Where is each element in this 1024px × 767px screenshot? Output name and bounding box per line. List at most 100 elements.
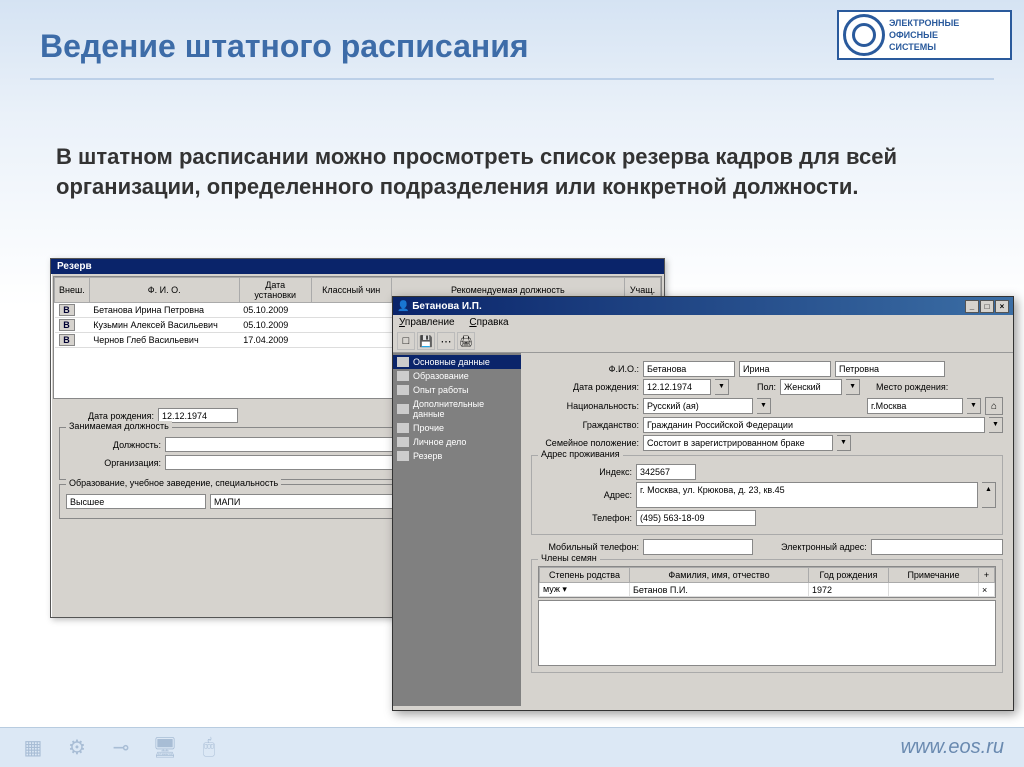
close-button[interactable]: × — [995, 300, 1009, 313]
cell-rel: муж — [543, 584, 560, 594]
nav-experience[interactable]: Опыт работы — [393, 383, 521, 397]
delete-row-icon[interactable]: × — [979, 583, 995, 597]
nav-main-data[interactable]: Основные данные — [393, 355, 521, 369]
detail-window: 👤 Бетанова И.П. _ □ × УУправлениеправлен… — [392, 296, 1014, 711]
marital-field[interactable]: Состоит в зарегистрированном браке — [643, 435, 833, 451]
logo: ЭЛЕКТРОННЫЕ ОФИСНЫЕ СИСТЕМЫ — [837, 10, 1012, 60]
menu-help[interactable]: Справка — [469, 317, 508, 328]
ext-button[interactable]: В — [59, 319, 75, 331]
table-row[interactable]: муж ▾ Бетанов П.И. 1972 × — [540, 583, 995, 597]
dob-field[interactable]: 12.12.1974 — [643, 379, 711, 395]
new-button[interactable]: □ — [397, 332, 415, 350]
maximize-button[interactable]: □ — [980, 300, 994, 313]
edu-degree-field[interactable]: Высшее — [66, 494, 206, 509]
nat-label: Национальность: — [531, 401, 639, 411]
cell-year: 1972 — [809, 583, 889, 597]
email-field[interactable] — [871, 539, 1003, 555]
footer-icon-1: ▦ — [20, 735, 46, 761]
index-label: Индекс: — [538, 467, 632, 477]
col-date[interactable]: Дата установки — [239, 278, 311, 303]
sex-field[interactable]: Женский — [780, 379, 842, 395]
phone-field[interactable]: (495) 563-18-09 — [636, 510, 756, 526]
address-group-label: Адрес проживания — [538, 449, 623, 459]
mobile-label: Мобильный телефон: — [531, 542, 639, 552]
slide-footer: ▦ ⚙ ⊸ 🖥 🖱 www.eos.ru — [0, 727, 1024, 767]
scroll-icon[interactable]: ▲ — [982, 482, 996, 508]
print-button[interactable]: 🖨 — [457, 332, 475, 350]
chevron-down-icon[interactable]: ▼ — [989, 417, 1003, 433]
folder-icon — [397, 357, 409, 367]
dob-label: Дата рождения: — [59, 411, 154, 421]
index-field[interactable]: 342567 — [636, 464, 696, 480]
firstname-field[interactable]: Ирина — [739, 361, 831, 377]
toolbar: □ 💾 ⋯ 🖨 — [393, 330, 1013, 353]
detail-titlebar[interactable]: 👤 Бетанова И.П. _ □ × — [393, 297, 1013, 315]
cit-field[interactable]: Гражданин Российской Федерации — [643, 417, 985, 433]
chevron-down-icon[interactable]: ▼ — [967, 398, 981, 414]
fio-label: Ф.И.О.: — [531, 364, 639, 374]
middlename-field[interactable]: Петровна — [835, 361, 945, 377]
folder-icon — [397, 451, 409, 461]
browse-button[interactable]: ⋯ — [437, 332, 455, 350]
position-label: Должность: — [66, 440, 161, 450]
addr-field[interactable]: г. Москва, ул. Крюкова, д. 23, кв.45 — [636, 482, 978, 508]
edu-group-label: Образование, учебное заведение, специаль… — [66, 478, 281, 488]
addr-label: Адрес: — [538, 490, 632, 500]
minimize-button[interactable]: _ — [965, 300, 979, 313]
cell-fio: Кузьмин Алексей Васильевич — [89, 318, 239, 333]
phone-label: Телефон: — [538, 513, 632, 523]
col-fam-fio[interactable]: Фамилия, имя, отчество — [630, 568, 809, 583]
chevron-down-icon[interactable]: ▼ — [837, 435, 851, 451]
home-icon[interactable]: ⌂ — [985, 397, 1003, 415]
ext-button[interactable]: В — [59, 304, 75, 316]
nav-education[interactable]: Образование — [393, 369, 521, 383]
nav-other[interactable]: Прочие — [393, 421, 521, 435]
save-button[interactable]: 💾 — [417, 332, 435, 350]
app-icon: 👤 — [397, 301, 409, 312]
nav-personal-file[interactable]: Личное дело — [393, 435, 521, 449]
reserve-titlebar: Резерв — [51, 259, 664, 274]
side-nav: Основные данные Образование Опыт работы … — [393, 353, 521, 706]
add-row-icon[interactable]: + — [979, 568, 995, 583]
family-table[interactable]: Степень родства Фамилия, имя, отчество Г… — [538, 566, 996, 598]
col-rank[interactable]: Классный чин — [311, 278, 391, 303]
footer-icon-5: 🖱 — [196, 735, 222, 761]
logo-line2: ОФИСНЫЕ — [889, 29, 959, 41]
ext-button[interactable]: В — [59, 334, 75, 346]
slide-body: В штатном расписании можно просмотреть с… — [56, 142, 968, 201]
chevron-down-icon[interactable]: ▼ — [846, 379, 860, 395]
mobile-field[interactable] — [643, 539, 753, 555]
marital-label: Семейное положение: — [531, 438, 639, 448]
nav-additional[interactable]: Дополнительные данные — [393, 397, 521, 421]
footer-icon-2: ⚙ — [64, 735, 90, 761]
nav-reserve[interactable]: Резерв — [393, 449, 521, 463]
email-label: Электронный адрес: — [781, 542, 867, 552]
logo-line1: ЭЛЕКТРОННЫЕ — [889, 17, 959, 29]
folder-icon — [397, 371, 409, 381]
chevron-down-icon[interactable]: ▼ — [757, 398, 771, 414]
detail-title: Бетанова И.П. — [412, 301, 482, 312]
sex-label: Пол: — [757, 382, 776, 392]
birthplace-field[interactable]: г.Москва — [867, 398, 963, 414]
nat-field[interactable]: Русский (ая) — [643, 398, 753, 414]
cell-date: 05.10.2009 — [239, 303, 311, 318]
col-fio[interactable]: Ф. И. О. — [89, 278, 239, 303]
slide-title: Ведение штатного расписания — [40, 28, 529, 65]
col-year[interactable]: Год рождения — [809, 568, 889, 583]
footer-icon-3: ⊸ — [108, 735, 134, 761]
cell-date: 17.04.2009 — [239, 333, 311, 348]
dob-label: Дата рождения: — [531, 382, 639, 392]
org-label: Организация: — [66, 458, 161, 468]
logo-icon — [843, 14, 885, 56]
lastname-field[interactable]: Бетанова — [643, 361, 735, 377]
col-note[interactable]: Примечание — [889, 568, 979, 583]
cell-fam-fio: Бетанов П.И. — [630, 583, 809, 597]
menu-manage[interactable]: УУправлениеправление — [399, 317, 455, 328]
cit-label: Гражданство: — [531, 420, 639, 430]
cell-fio: Бетанова Ирина Петровна — [89, 303, 239, 318]
chevron-down-icon[interactable]: ▼ — [715, 379, 729, 395]
col-ext[interactable]: Внеш. — [55, 278, 90, 303]
cell-date: 05.10.2009 — [239, 318, 311, 333]
family-group-label: Члены семян — [538, 553, 600, 563]
col-relation[interactable]: Степень родства — [540, 568, 630, 583]
